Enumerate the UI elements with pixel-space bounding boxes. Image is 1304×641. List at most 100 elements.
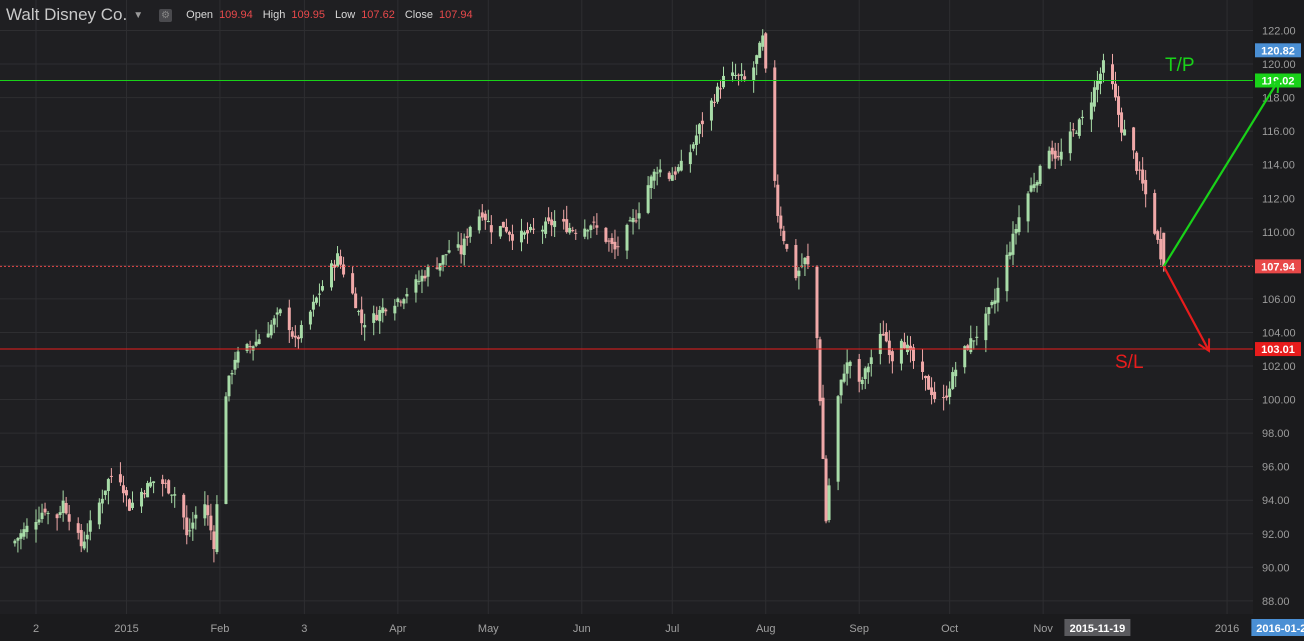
candle-body: [737, 74, 741, 76]
candle: [330, 259, 334, 291]
candle-body: [869, 357, 873, 364]
candle-body: [363, 325, 367, 328]
close-value: 107.94: [438, 9, 473, 21]
candle: [818, 336, 822, 406]
candle-body: [149, 482, 153, 487]
y-tick-label: 92.00: [1262, 529, 1290, 541]
candle-body: [236, 351, 240, 363]
candle-body: [930, 387, 934, 396]
y-tick-label: 120.00: [1262, 59, 1296, 71]
x-tick-label: 2: [33, 623, 39, 635]
candle-body: [251, 346, 255, 351]
candle-body: [1156, 231, 1160, 240]
candle-body: [203, 504, 207, 519]
candle-body: [339, 256, 343, 265]
candle-body: [550, 219, 554, 226]
candle-body: [414, 279, 418, 293]
candle: [773, 60, 777, 188]
candle-body: [773, 67, 777, 181]
candle-body: [317, 293, 321, 295]
y-tick-label: 116.00: [1262, 126, 1295, 138]
candle-body: [287, 307, 291, 331]
candle-body: [782, 230, 786, 242]
candle: [836, 394, 840, 491]
candle-body: [996, 287, 1000, 303]
candle-body: [547, 217, 551, 222]
candle-body: [758, 42, 762, 58]
candle-body: [13, 540, 17, 544]
candle-body: [1117, 96, 1121, 115]
symbol-title[interactable]: Walt Disney Co.: [6, 5, 127, 25]
candle-body: [336, 253, 340, 267]
candle-body: [311, 301, 315, 310]
candle-body: [1068, 131, 1072, 154]
candle-body: [435, 267, 439, 269]
candle-body: [709, 100, 713, 121]
candle-body: [19, 533, 23, 539]
candle-body: [993, 300, 997, 304]
candle-body: [921, 361, 925, 372]
candlestick-chart[interactable]: 122.00120.00118.00116.00114.00112.00110.…: [0, 0, 1304, 641]
candle-body: [118, 474, 122, 483]
take-profit-text: T/P: [1165, 55, 1195, 76]
candle-body: [688, 152, 692, 165]
candle-body: [320, 286, 324, 291]
candle-body: [718, 88, 722, 90]
candle-body: [541, 229, 545, 232]
candle-body: [25, 525, 29, 533]
x-tick-label: 3: [301, 623, 307, 635]
candle-body: [399, 301, 403, 303]
candle-body: [613, 241, 617, 250]
candle-body: [1053, 150, 1057, 159]
candle-body: [616, 246, 620, 248]
y-tick-label: 96.00: [1262, 462, 1290, 474]
y-tick-label: 94.00: [1262, 495, 1290, 507]
candle-body: [441, 255, 445, 265]
x-tick-label: 2015: [114, 623, 138, 635]
candle-body: [779, 215, 783, 229]
x-tick-label: Sep: [849, 623, 869, 635]
candle-body: [79, 530, 83, 547]
candle-body: [462, 238, 466, 255]
candle-body: [842, 373, 846, 382]
candle-body: [670, 175, 674, 181]
candle-body: [797, 270, 801, 277]
candle-body: [1159, 238, 1163, 260]
candle-body: [1047, 150, 1051, 169]
candle-body: [522, 232, 526, 235]
candle-body: [357, 310, 361, 312]
candle-body: [40, 512, 44, 520]
candle-body: [694, 135, 698, 146]
candle-body: [568, 227, 572, 233]
candle-body: [1098, 73, 1102, 84]
candle-body: [212, 531, 216, 550]
candle-body: [691, 144, 695, 149]
candle-body: [46, 513, 50, 515]
candle-body: [866, 366, 870, 373]
candle-body: [330, 263, 334, 288]
candle-body: [1050, 147, 1054, 155]
candle-body: [595, 225, 599, 228]
candle-body: [592, 221, 596, 223]
gear-icon[interactable]: ⚙: [159, 8, 173, 22]
candle-body: [459, 245, 463, 255]
candle-body: [483, 213, 487, 221]
candle: [1038, 164, 1042, 187]
candle-body: [140, 491, 144, 507]
y-tick-label: 90.00: [1262, 562, 1290, 574]
candle-body: [124, 490, 128, 496]
candle-body: [396, 298, 400, 303]
candle: [927, 374, 931, 390]
y-tick-label: 102.00: [1262, 361, 1296, 373]
candle-body: [571, 230, 575, 232]
candle-body: [146, 483, 150, 498]
x-tick-label: Jun: [573, 623, 591, 635]
close-label: Close: [404, 9, 433, 21]
candle-body: [16, 538, 20, 541]
caret-down-icon[interactable]: ▼: [133, 10, 143, 21]
candle-body: [215, 504, 219, 552]
candle-body: [465, 236, 469, 238]
candle: [146, 480, 150, 498]
candle-body: [526, 230, 530, 234]
candle-body: [634, 220, 638, 222]
